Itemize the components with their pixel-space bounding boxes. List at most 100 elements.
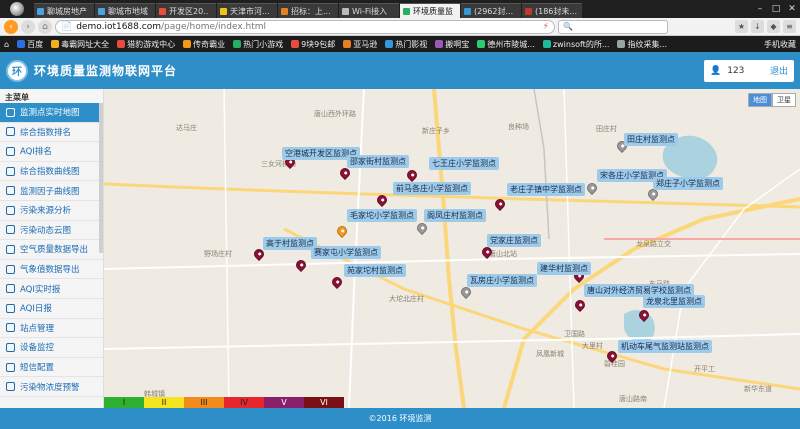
browser-tab[interactable]: 环境质量监	[400, 3, 460, 18]
browser-tab[interactable]: (2962封...	[461, 3, 521, 18]
bookmark-item[interactable]: 9块9包邮	[291, 39, 335, 50]
url-field[interactable]: 📄 demo.iot1688.com/page/home/index.html …	[55, 19, 555, 34]
logout-link[interactable]: 退出	[770, 64, 788, 77]
station-label[interactable]: 阁凤庄村监测点	[424, 209, 486, 222]
forward-icon[interactable]: ›	[21, 19, 35, 34]
bookmark-icon	[183, 40, 192, 48]
mobile-bookmarks[interactable]: 手机收藏	[764, 39, 796, 50]
menu-item-icon	[6, 382, 15, 392]
sidebar-menu: 监测点实时地图 综合指数排名 AQI排名 综合指数曲线图监测因子曲线图污染来源分析 污染…	[0, 103, 103, 397]
station-label[interactable]: 机动车尾气监测站监测点	[618, 340, 712, 353]
tab-favicon-icon	[342, 7, 349, 15]
station-label[interactable]: 七王庄小学监测点	[429, 157, 499, 170]
sidebar-item[interactable]: 污染物浓度预警	[0, 377, 103, 397]
station-label[interactable]: 邵家街村监测点	[347, 155, 409, 168]
bookmark-icon	[435, 40, 444, 48]
sidebar-item[interactable]: 综合指数曲线图	[0, 162, 103, 182]
close-icon[interactable]: ✕	[784, 4, 800, 14]
bookmark-icon	[385, 40, 394, 48]
station-label[interactable]: 毛家坨小学监测点	[347, 209, 417, 222]
station-label[interactable]: 建华村监测点	[537, 262, 591, 275]
sidebar-item[interactable]: 污染来源分析	[0, 201, 103, 221]
tab-favicon-icon	[464, 7, 471, 15]
station-label[interactable]: 苑家坨村监测点	[344, 264, 406, 277]
map-canvas[interactable]: 三女河机场唐山西外环路新庄子乡良种场田庄村龙泉路立交银虎庄达马庄韩城镇野场庄村大…	[104, 89, 800, 408]
bookmark-item[interactable]: 热门影视	[385, 39, 427, 50]
sidebar-item-label: AQI日报	[20, 304, 52, 315]
star-icon[interactable]: ★	[735, 20, 748, 33]
extension-icon[interactable]: ◆	[767, 20, 780, 33]
sidebar-item[interactable]: 监测因子曲线图	[0, 181, 103, 201]
aqi-legend: I II III IV V VI	[104, 397, 344, 408]
minimize-icon[interactable]: –	[752, 4, 768, 14]
app-title: 环境质量监测物联网平台	[34, 64, 178, 78]
bookmark-item[interactable]: 热门小游戏	[233, 39, 283, 50]
menu-item-icon	[6, 264, 15, 274]
sidebar: 主菜单 监测点实时地图 综合指数排名 AQI排名 综合指数曲线图 监测因子曲线图 污染来源…	[0, 89, 104, 408]
sidebar-item[interactable]: AQI实时报	[0, 279, 103, 299]
sidebar-item[interactable]: AQI日报	[0, 299, 103, 319]
bookmark-icon	[477, 40, 486, 48]
browser-logo-icon[interactable]	[0, 0, 34, 18]
home-icon[interactable]: ⌂	[38, 19, 52, 34]
bookmark-item[interactable]: 猎豹游戏中心	[117, 39, 175, 50]
station-label[interactable]: 赛家屯小学监测点	[311, 246, 381, 259]
bookmark-label: 毒霸网址大全	[61, 39, 110, 49]
place-name: 达马庄	[176, 124, 197, 132]
bookmark-item[interactable]: 传奇霸业	[183, 39, 225, 50]
sidebar-scrollbar[interactable]	[99, 103, 103, 253]
station-label[interactable]: 老庄子镇中学监测点	[507, 183, 585, 196]
security-icon[interactable]: ⚡	[543, 22, 549, 32]
station-label[interactable]: 党家庄监测点	[487, 234, 541, 247]
tab-favicon-icon	[159, 7, 166, 15]
sidebar-item[interactable]: 站点管理	[0, 319, 103, 339]
browser-search-input[interactable]: 🔍	[558, 19, 668, 34]
bookmark-label: 热门影视	[395, 39, 428, 49]
bookmark-icon	[117, 40, 126, 48]
tab-label: (186封未...	[535, 6, 578, 16]
bookmark-item[interactable]: 搬啊宝	[435, 39, 469, 50]
station-label[interactable]: 高于村监测点	[263, 237, 317, 250]
place-name: 大坨北庄村	[389, 295, 424, 303]
menu-icon[interactable]: ≡	[783, 20, 796, 33]
bookmark-label: 百度	[27, 39, 44, 49]
sidebar-item[interactable]: 综合指数排名	[0, 123, 103, 143]
bookmark-item[interactable]: 百度	[17, 39, 43, 50]
window-controls: – □ ✕	[752, 0, 800, 18]
station-label[interactable]: 瓦房庄小学监测点	[467, 274, 537, 287]
bookmark-item[interactable]: 指纹采集...	[617, 39, 667, 50]
browser-tab[interactable]: 聊城市地域	[95, 3, 155, 18]
bookmarks-bar: ⌂ 百度 毒霸网址大全 猎豹游戏中心 传奇霸业 热门小游戏 9块9包邮 亚马逊 热门影视 搬啊宝…	[0, 36, 800, 52]
browser-tab[interactable]: (186封未...	[522, 3, 582, 18]
station-label[interactable]: 郑庄子小学监测点	[653, 177, 723, 190]
station-label[interactable]: 龙泉北里监测点	[643, 295, 705, 308]
browser-tab[interactable]: 开发区20..	[156, 3, 216, 18]
bookmark-item[interactable]: 亚马逊	[343, 39, 377, 50]
station-label[interactable]: 前马各庄小学监测点	[393, 182, 471, 195]
bookmark-item[interactable]: zwinsoft的所...	[542, 39, 609, 50]
browser-tab[interactable]: 聊城房地产	[34, 3, 94, 18]
tab-favicon-icon	[220, 7, 227, 15]
sidebar-item[interactable]: 设备监控	[0, 338, 103, 358]
sidebar-item[interactable]: AQI排名	[0, 142, 103, 162]
sidebar-item[interactable]: 监测点实时地图	[0, 103, 103, 123]
browser-tab[interactable]: Wi-Fi接入	[339, 3, 399, 18]
browser-tab[interactable]: 招标：上...	[278, 3, 338, 18]
download-icon[interactable]: ↓	[751, 20, 764, 33]
bookmark-icon	[617, 40, 626, 48]
maximize-icon[interactable]: □	[768, 4, 784, 14]
menu-item-icon	[6, 107, 15, 117]
sidebar-item[interactable]: 短信配置	[0, 358, 103, 378]
bookmark-item[interactable]: 德州市陵城...	[477, 39, 535, 50]
sidebar-item[interactable]: 气象值数据导出	[0, 260, 103, 280]
back-icon[interactable]: ‹	[4, 19, 18, 34]
bookmark-item[interactable]: 毒霸网址大全	[51, 39, 109, 50]
map-type-map[interactable]: 地图	[748, 93, 772, 107]
sidebar-item[interactable]: 空气质量数据导出	[0, 240, 103, 260]
map-type-satellite[interactable]: 卫星	[772, 93, 796, 107]
sidebar-item-label: 监测因子曲线图	[20, 186, 80, 197]
sidebar-item[interactable]: 污染动态云图	[0, 221, 103, 241]
browser-tab[interactable]: 天津市河...	[217, 3, 277, 18]
apps-icon[interactable]: ⌂	[4, 40, 9, 49]
station-label[interactable]: 田庄村监测点	[624, 133, 678, 146]
